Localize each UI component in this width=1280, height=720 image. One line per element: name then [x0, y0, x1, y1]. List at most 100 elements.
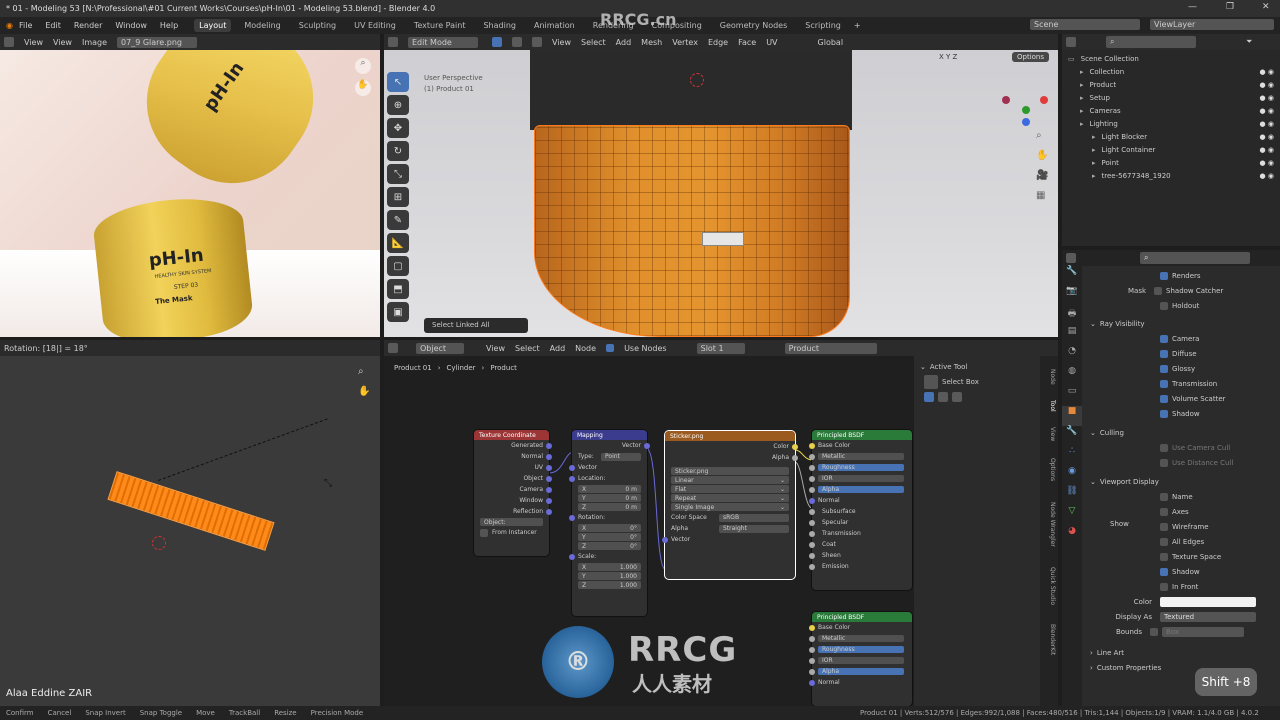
checkbox[interactable] [1160, 492, 1168, 501]
tab-geometry-nodes[interactable]: Geometry Nodes [715, 19, 792, 32]
checkbox[interactable] [1160, 349, 1168, 358]
blender-logo-icon[interactable]: ◉ [6, 21, 13, 30]
checkbox-row[interactable]: Transmission [1090, 376, 1275, 391]
socket[interactable] [546, 443, 552, 449]
select-subtract-icon[interactable] [952, 391, 962, 402]
tab-texture-paint[interactable]: Texture Paint [409, 19, 471, 32]
mapping-rotation-fields[interactable]: X 0° Y 0° Z 0° [572, 524, 647, 550]
bounds-row[interactable]: Bounds Box [1090, 624, 1275, 639]
viewport-pan-icon[interactable]: ✋ [1036, 150, 1048, 161]
socket[interactable] [546, 487, 552, 493]
3d-cursor-icon[interactable] [690, 73, 704, 87]
principled-bsdf-node-2[interactable]: Principled BSDF Base Color Metallic Roughn… [809, 612, 912, 706]
shader-type-dropdown[interactable]: Object [416, 342, 464, 354]
transform-orientation[interactable]: Global [818, 38, 844, 47]
shadow-catcher-row[interactable]: Mask Shadow Catcher [1090, 283, 1275, 298]
uv-zoom-icon[interactable]: ⌕ [358, 366, 364, 377]
render-tab-icon[interactable]: 📷 [1062, 286, 1082, 306]
grid-view-icon[interactable]: ▦ [1036, 190, 1045, 201]
texture-coordinate-node[interactable]: Texture Coordinate Generated Normal UV Obje… [474, 430, 552, 556]
xyz-field[interactable]: X 1.000 [578, 563, 641, 571]
viewport-menu-view[interactable]: View [552, 38, 571, 47]
checkbox[interactable] [1160, 394, 1168, 403]
transform-tool-icon[interactable]: ⊞ [387, 187, 409, 207]
menu-file[interactable]: File [19, 21, 32, 30]
viewport-menu-select[interactable]: Select [581, 38, 606, 47]
source-dropdown[interactable]: Single Image ⌄ [671, 503, 789, 511]
viewport-menu-face[interactable]: Face [738, 38, 756, 47]
checkbox-row[interactable]: All Edges [1090, 534, 1275, 549]
viewport-menu-mesh[interactable]: Mesh [641, 38, 662, 47]
face-select-icon[interactable] [532, 37, 542, 47]
image-editor-image-menu[interactable]: Image [82, 38, 107, 47]
checkbox-row[interactable]: Glossy [1090, 361, 1275, 376]
tab-animation[interactable]: Animation [529, 19, 580, 32]
world-tab-icon[interactable]: ◍ [1062, 366, 1082, 386]
socket[interactable] [546, 498, 552, 504]
node-menu-view[interactable]: View [486, 344, 505, 353]
menu-render[interactable]: Render [74, 21, 102, 30]
bounds-checkbox[interactable] [1150, 627, 1158, 636]
viewport-3d[interactable]: User Perspective (1) Product 01 ↖ ⊕ ✥ ↻ … [384, 50, 1058, 337]
image-file-field[interactable]: Sticker.png [671, 467, 789, 475]
bsdf-input-row[interactable]: Metallic [809, 633, 912, 644]
select-tool-icon[interactable]: ↖ [387, 72, 409, 92]
checkbox[interactable] [1160, 364, 1168, 373]
bsdf-input-row[interactable]: Metallic [809, 451, 912, 462]
extension-dropdown[interactable]: Repeat ⌄ [671, 494, 789, 502]
viewport-menu-uv[interactable]: UV [766, 38, 777, 47]
use-nodes-checkbox[interactable] [606, 344, 615, 352]
uv-cursor-icon[interactable] [152, 536, 166, 550]
viewport-display-panel[interactable]: ⌄ Viewport Display [1090, 474, 1275, 489]
scale-tool-icon[interactable]: ⤡ [387, 164, 409, 184]
visibility-icon[interactable]: ● ◉ [1260, 107, 1274, 115]
visibility-icon[interactable]: ● ◉ [1260, 172, 1274, 180]
xyz-field[interactable]: X 0 m [578, 485, 641, 493]
visibility-icon[interactable]: ● ◉ [1260, 159, 1274, 167]
visibility-icon[interactable]: ● ◉ [1260, 81, 1274, 89]
visibility-icon[interactable]: ● ◉ [1260, 146, 1274, 154]
xyz-field[interactable]: Z 0° [578, 542, 641, 550]
properties-search-input[interactable]: ⌕ [1140, 252, 1250, 264]
camera-cull-row[interactable]: Use Camera Cull [1090, 440, 1275, 455]
bsdf-input-row[interactable]: Roughness [809, 644, 912, 655]
bsdf-input-row[interactable]: Specular [809, 517, 912, 528]
visibility-icon[interactable]: ● ◉ [1260, 120, 1274, 128]
checkbox-row[interactable]: Diffuse [1090, 346, 1275, 361]
projection-dropdown[interactable]: Flat ⌄ [671, 485, 789, 493]
image-editor-view-menu[interactable]: View [24, 38, 43, 47]
add-cube-tool-icon[interactable]: ▢ [387, 256, 409, 276]
extrude-tool-icon[interactable]: ⬒ [387, 279, 409, 299]
uv-island[interactable] [107, 471, 275, 551]
viewport-menu-add[interactable]: Add [616, 38, 632, 47]
distance-cull-row[interactable]: Use Distance Cull [1090, 455, 1275, 470]
visibility-icon[interactable]: ● ◉ [1260, 133, 1274, 141]
holdout-checkbox[interactable] [1160, 301, 1168, 310]
menu-help[interactable]: Help [160, 21, 178, 30]
interpolation-dropdown[interactable]: Linear ⌄ [671, 476, 789, 484]
last-operation-panel[interactable]: Select Linked All [424, 318, 528, 333]
collection-tab-icon[interactable]: ▭ [1062, 386, 1082, 406]
node-menu-node[interactable]: Node [575, 344, 596, 353]
select-box-icon[interactable] [924, 374, 938, 389]
view-layer-selector[interactable]: ViewLayer [1150, 19, 1274, 30]
checkbox-row[interactable]: In Front [1090, 579, 1275, 594]
camera-cull-checkbox[interactable] [1160, 443, 1168, 452]
bsdf-input-row[interactable]: Normal [809, 495, 912, 506]
holdout-row[interactable]: Holdout [1090, 298, 1275, 313]
bsdf-input-row[interactable]: IOR [809, 655, 912, 666]
viewport-menu-edge[interactable]: Edge [708, 38, 728, 47]
socket[interactable] [809, 487, 815, 493]
image-name-field[interactable]: 07_9 Glare.png [117, 36, 198, 48]
gizmo-x-icon[interactable] [1040, 96, 1048, 104]
checkbox[interactable] [1160, 409, 1168, 418]
vertex-select-icon[interactable] [492, 37, 502, 47]
scene-selector[interactable]: Scene [1030, 19, 1140, 30]
alpha-mode-row[interactable]: Alpha Straight [665, 523, 795, 534]
xyz-field[interactable]: Y 0° [578, 533, 641, 541]
xyz-field[interactable]: Y 1.000 [578, 572, 641, 580]
tab-blenderkit[interactable]: BlenderKit [1042, 618, 1056, 662]
bsdf-input-row[interactable]: Base Color [809, 440, 912, 451]
tab-layout[interactable]: Layout [194, 19, 232, 32]
pan-hand-icon[interactable]: ✋ [355, 80, 371, 96]
